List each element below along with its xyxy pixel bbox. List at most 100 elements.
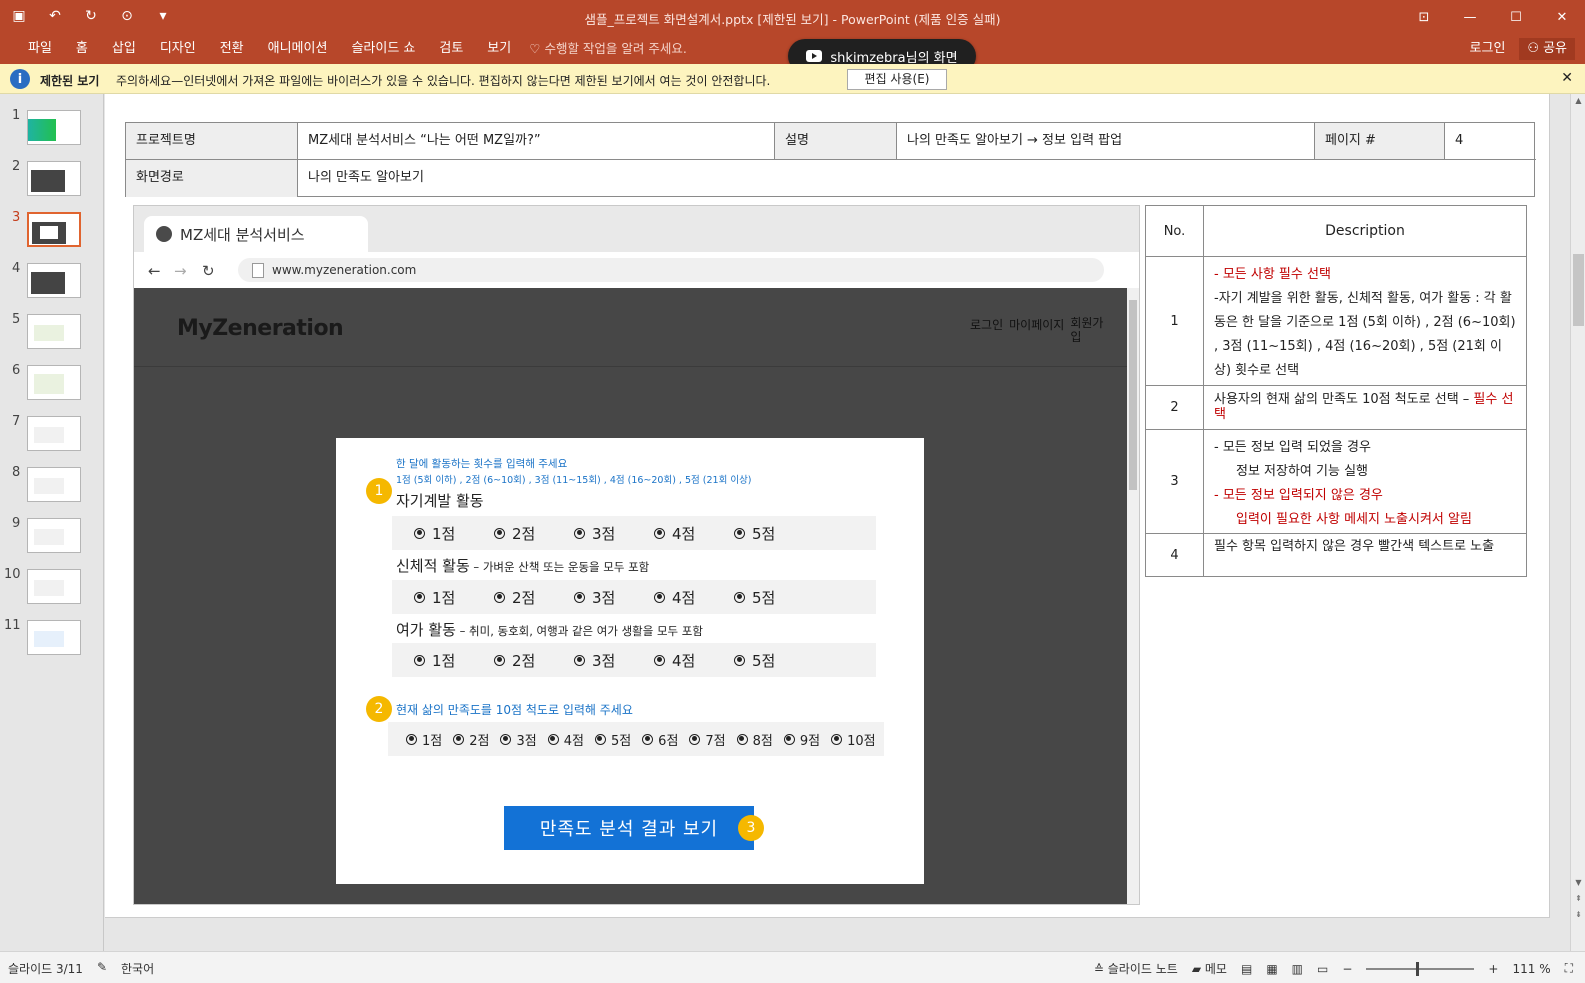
radio-option[interactable]: 3점 — [500, 730, 537, 749]
radio-option[interactable]: 5점 — [712, 587, 792, 608]
previous-slide-icon[interactable]: ⇞ — [1571, 894, 1585, 903]
zoom-out-icon[interactable]: − — [1342, 962, 1352, 976]
tab-file[interactable]: 파일 — [16, 38, 64, 60]
tab-insert[interactable]: 삽입 — [100, 38, 148, 60]
tab-home[interactable]: 홈 — [64, 38, 100, 60]
radio-option[interactable]: 4점 — [632, 650, 712, 671]
slide-sorter-icon[interactable]: ▦ — [1266, 962, 1277, 976]
radio-option[interactable]: 1점 — [406, 730, 442, 749]
minimize-button[interactable]: — — [1447, 0, 1493, 34]
radio-icon — [500, 733, 512, 745]
ribbon-display-icon[interactable]: ⊡ — [1401, 0, 1447, 34]
login-link[interactable]: 로그인 — [1470, 38, 1506, 60]
description-row-1: 1 - 모든 사항 필수 선택 -자기 계발을 위한 활동, 신체적 활동, 여가… — [1146, 257, 1526, 386]
scroll-up-icon[interactable]: ▲ — [1571, 96, 1585, 105]
window-title: 샘플_프로젝트 화면설계서.pptx [제한된 보기] - PowerPoint… — [584, 12, 1001, 27]
zoom-level[interactable]: 111 % — [1512, 962, 1550, 976]
person-icon: ⚇ — [1527, 41, 1540, 56]
zoom-in-icon[interactable]: + — [1488, 962, 1498, 976]
radio-option[interactable]: 3점 — [552, 587, 632, 608]
activity-question: 한 달에 활동하는 횟수를 입력해 주세요 — [396, 458, 568, 470]
radio-option[interactable]: 2점 — [453, 730, 489, 749]
radio-option[interactable]: 8점 — [736, 730, 773, 749]
close-button[interactable]: ✕ — [1539, 0, 1585, 34]
maximize-button[interactable]: ☐ — [1493, 0, 1539, 34]
satisfaction-options: 1점 2점 3점 4점 5점 6점 7점 8점 9점 10점 — [388, 722, 884, 756]
radio-option[interactable]: 5점 — [712, 650, 792, 671]
tell-me-search[interactable]: ♡ 수행할 작업을 알려 주세요. — [529, 38, 687, 60]
radio-option[interactable]: 6점 — [642, 730, 678, 749]
tab-animations[interactable]: 애니메이션 — [256, 38, 340, 60]
slide-thumb-2[interactable]: 2 — [0, 159, 104, 203]
physical-heading: 신체적 활동 – 가벼운 산책 또는 운동을 모두 포함 — [396, 557, 650, 575]
description-table: No. Description 1 - 모든 사항 필수 선택 -자기 계발을 위… — [1145, 205, 1527, 577]
slide-canvas: 프로젝트명 MZ세대 분석서비스 “나는 어떤 MZ일까?” 설명 나의 만족도… — [105, 94, 1550, 918]
scroll-down-icon[interactable]: ▼ — [1571, 878, 1585, 887]
radio-option[interactable]: 1점 — [392, 587, 472, 608]
header-divider — [134, 366, 1127, 367]
radio-icon — [689, 733, 701, 745]
view-result-button[interactable]: 만족도 분석 결과 보기 — [504, 806, 754, 850]
description-header: No. Description — [1146, 206, 1526, 257]
nav-signup: 회원가입 — [1070, 316, 1104, 344]
slide-thumb-8[interactable]: 8 — [0, 465, 104, 509]
back-icon: ← — [148, 262, 161, 280]
radio-icon — [831, 733, 843, 745]
radio-option[interactable]: 5점 — [594, 730, 631, 749]
slide-thumb-4[interactable]: 4 — [0, 261, 104, 305]
share-button[interactable]: ⚇ 공유 — [1519, 38, 1575, 60]
page-scrollbar[interactable] — [1127, 288, 1139, 904]
reading-view-icon[interactable]: ▥ — [1292, 962, 1303, 976]
radio-option[interactable]: 2점 — [472, 523, 552, 544]
radio-option[interactable]: 4점 — [632, 587, 712, 608]
radio-option[interactable]: 5점 — [712, 523, 792, 544]
description-row-2: 2 사용자의 현재 삶의 만족도 10점 척도로 선택 – 필수 선택 — [1146, 386, 1526, 430]
radio-option[interactable]: 10점 — [831, 730, 876, 749]
slide-thumb-9[interactable]: 9 — [0, 516, 104, 560]
radio-option[interactable]: 2점 — [472, 587, 552, 608]
enable-editing-button[interactable]: 편집 사용(E) — [847, 69, 947, 90]
slide-thumb-10[interactable]: 10 — [0, 567, 104, 611]
radio-option[interactable]: 3점 — [552, 650, 632, 671]
slideshow-view-icon[interactable]: ▭ — [1317, 962, 1328, 976]
callout-badge-1: 1 — [366, 478, 392, 504]
physical-options: 1점 2점 3점 4점 5점 — [392, 580, 876, 614]
tab-design[interactable]: 디자인 — [148, 38, 208, 60]
slide-thumb-5[interactable]: 5 — [0, 312, 104, 356]
radio-icon — [736, 733, 748, 745]
col-no-header: No. — [1146, 206, 1204, 256]
fit-to-window-icon[interactable]: ⛶ — [1565, 961, 1573, 976]
zoom-slider[interactable] — [1366, 961, 1475, 976]
nav-mypage: 마이페이지 — [1009, 318, 1065, 332]
tab-review[interactable]: 검토 — [427, 38, 475, 60]
radio-option[interactable]: 2점 — [472, 650, 552, 671]
normal-view-icon[interactable]: ▤ — [1241, 962, 1252, 976]
radio-option[interactable]: 9점 — [783, 730, 820, 749]
slide-thumb-1[interactable]: 1 — [0, 108, 104, 152]
slide-thumb-7[interactable]: 7 — [0, 414, 104, 458]
next-slide-icon[interactable]: ⇟ — [1571, 910, 1585, 919]
radio-option[interactable]: 1점 — [392, 650, 472, 671]
language-indicator[interactable]: 한국어 — [121, 960, 154, 977]
notes-button[interactable]: ≙ 슬라이드 노트 — [1094, 960, 1178, 977]
tab-slideshow[interactable]: 슬라이드 쇼 — [339, 38, 427, 60]
description-label: 설명 — [775, 123, 897, 159]
comments-button[interactable]: ▰ 메모 — [1192, 960, 1227, 977]
slide-thumb-11[interactable]: 11 — [0, 618, 104, 662]
tab-transitions[interactable]: 전환 — [208, 38, 256, 60]
tab-view[interactable]: 보기 — [475, 38, 523, 60]
radio-option[interactable]: 3점 — [552, 523, 632, 544]
slide-thumb-3[interactable]: 3 — [0, 210, 104, 254]
site-logo: MyZeneration — [177, 316, 344, 341]
slide-thumb-6[interactable]: 6 — [0, 363, 104, 407]
activity-scale-note: 1점 (5회 이하) , 2점 (6~10회) , 3점 (11~15회) , … — [396, 475, 752, 486]
close-icon[interactable]: ✕ — [1561, 70, 1573, 86]
editor-scrollbar[interactable]: ▲ ▼ ⇞ ⇟ — [1570, 94, 1585, 951]
radio-option[interactable]: 4점 — [547, 730, 584, 749]
radio-option[interactable]: 1점 — [392, 523, 472, 544]
spellcheck-icon[interactable]: ✎ — [97, 960, 107, 977]
radio-option[interactable]: 4점 — [632, 523, 712, 544]
project-name-value: MZ세대 분석서비스 “나는 어떤 MZ일까?” — [298, 123, 775, 159]
radio-option[interactable]: 7점 — [689, 730, 726, 749]
page-number-value: 4 — [1455, 133, 1464, 148]
